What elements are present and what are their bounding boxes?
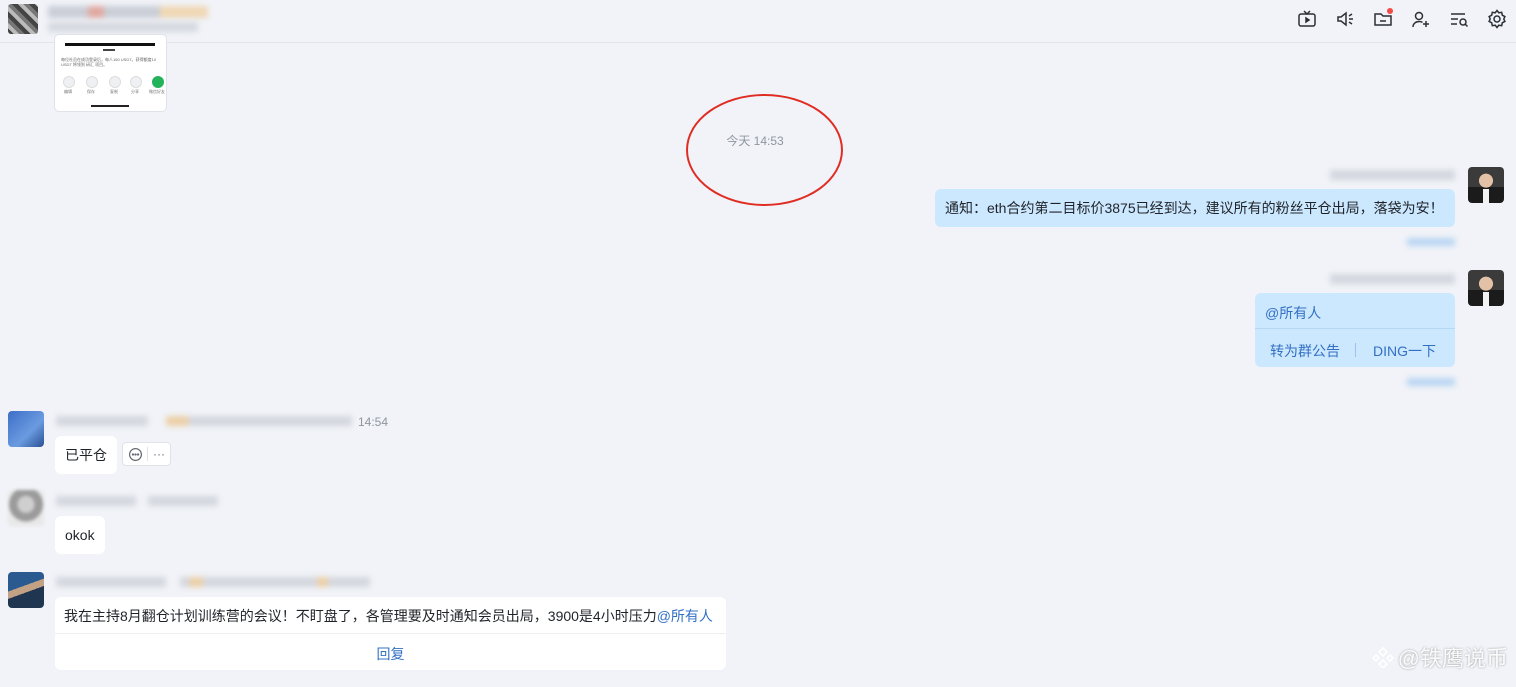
chat-icon bbox=[130, 76, 142, 88]
watermark-text: @铁鹰说币 bbox=[1397, 646, 1508, 671]
sender-name-redacted bbox=[56, 577, 166, 587]
chat-subtitle-redacted bbox=[48, 22, 198, 32]
avatar[interactable] bbox=[1468, 167, 1504, 203]
more-icon[interactable]: ··· bbox=[150, 446, 168, 462]
folder-icon[interactable] bbox=[1372, 8, 1394, 30]
avatar[interactable] bbox=[1468, 270, 1504, 306]
image-home-bar bbox=[91, 105, 129, 107]
image-caption: 每位社员在成功登录后，每人160 USDT。获得额度10 USDT 将领到 研汇… bbox=[61, 57, 157, 67]
sender-name-redacted bbox=[1330, 274, 1455, 284]
settings-icon[interactable] bbox=[1486, 8, 1508, 30]
mention-all-message[interactable]: @所有人 转为群公告 DING一下 bbox=[1255, 293, 1455, 367]
divider bbox=[55, 633, 726, 634]
search-list-icon[interactable] bbox=[1448, 8, 1470, 30]
speaker-icon[interactable] bbox=[1334, 8, 1356, 30]
message-bubble[interactable]: okok bbox=[55, 516, 105, 554]
read-status-redacted[interactable] bbox=[1407, 378, 1455, 386]
chat-title-redacted bbox=[48, 6, 208, 18]
shared-image-message[interactable]: 每位社员在成功登录后，每人160 USDT。获得额度10 USDT 将领到 研汇… bbox=[54, 34, 167, 112]
sender-name-redacted bbox=[56, 416, 148, 426]
message-body: 我在主持8月翻仓计划训练营的会议！不盯盘了，各管理要及时通知会员出局，3900是… bbox=[64, 608, 657, 624]
divider bbox=[147, 447, 148, 461]
group-avatar[interactable] bbox=[8, 4, 38, 34]
message-text: 已平仓 bbox=[65, 447, 107, 463]
mention-all-link[interactable]: @所有人 bbox=[1265, 303, 1321, 323]
message-text: okok bbox=[65, 527, 95, 543]
reply-button[interactable]: 回复 bbox=[55, 644, 726, 664]
image-action-label: 分享 bbox=[131, 89, 139, 94]
chat-header bbox=[0, 0, 1516, 43]
avatar[interactable] bbox=[8, 411, 44, 447]
sender-name-redacted bbox=[56, 496, 136, 506]
message-text: 通知：eth合约第二目标价3875已经到达，建议所有的粉丝平仓出局，落袋为安！ bbox=[945, 200, 1444, 216]
annotation-circle bbox=[686, 94, 843, 206]
download-icon bbox=[86, 76, 98, 88]
image-action-label: 微信好友 bbox=[149, 89, 165, 94]
sender-title-redacted bbox=[166, 416, 352, 426]
sender-title-redacted bbox=[180, 577, 370, 587]
video-icon[interactable] bbox=[1296, 8, 1318, 30]
read-status-redacted[interactable] bbox=[1407, 238, 1455, 246]
sender-name-redacted bbox=[1330, 170, 1455, 180]
ding-button[interactable]: DING一下 bbox=[1373, 341, 1436, 361]
convert-announcement-button[interactable]: 转为群公告 bbox=[1270, 341, 1340, 361]
mention-all-link[interactable]: @所有人 bbox=[657, 608, 713, 624]
avatar[interactable] bbox=[8, 490, 44, 526]
image-page-indicator bbox=[103, 49, 115, 51]
notification-dot bbox=[1387, 8, 1393, 14]
avatar[interactable] bbox=[8, 572, 44, 608]
divider bbox=[1255, 328, 1455, 329]
message-bubble[interactable]: 通知：eth合约第二目标价3875已经到达，建议所有的粉丝平仓出局，落袋为安！ bbox=[935, 189, 1455, 227]
wechat-icon bbox=[152, 76, 164, 88]
message-text: 我在主持8月翻仓计划训练营的会议！不盯盘了，各管理要及时通知会员出局，3900是… bbox=[64, 606, 713, 626]
link-icon bbox=[109, 76, 121, 88]
message-hover-actions: ··· bbox=[122, 442, 171, 466]
image-action-label: 保存 bbox=[87, 89, 95, 94]
watermark: @铁鹰说币 bbox=[1371, 641, 1508, 673]
image-action-label: 复制 bbox=[110, 89, 118, 94]
watermark-logo-icon bbox=[1371, 646, 1394, 668]
message-time: 14:54 bbox=[358, 415, 389, 429]
add-member-icon[interactable] bbox=[1410, 8, 1432, 30]
sender-title-redacted bbox=[148, 496, 218, 506]
message-card-with-reply[interactable]: 我在主持8月翻仓计划训练营的会议！不盯盘了，各管理要及时通知会员出局，3900是… bbox=[55, 597, 726, 670]
reply-icon[interactable] bbox=[126, 446, 144, 462]
message-bubble[interactable]: 已平仓 bbox=[55, 436, 117, 474]
image-top-bar bbox=[65, 43, 155, 46]
edit-icon bbox=[63, 76, 75, 88]
image-action-label: 编辑 bbox=[64, 89, 72, 94]
divider bbox=[1355, 343, 1356, 357]
